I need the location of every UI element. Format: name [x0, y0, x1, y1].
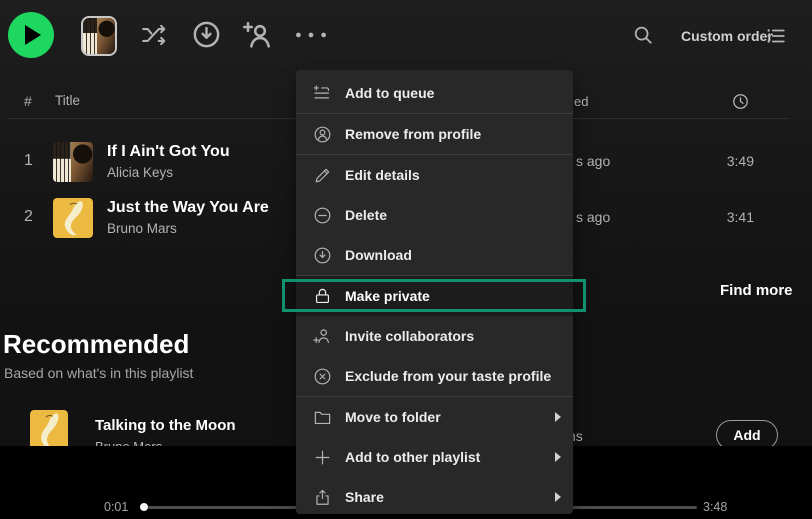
track-artist[interactable]: Alicia Keys	[107, 165, 173, 180]
menu-item-move-to-folder[interactable]: Move to folder	[296, 397, 573, 437]
playlist-context-menu: Add to queue Remove from profile Edit de…	[296, 70, 573, 514]
search-button[interactable]	[632, 24, 654, 46]
edit-details-icon	[313, 166, 332, 185]
column-header-title: Title	[55, 93, 81, 108]
menu-item-download[interactable]: Download	[296, 235, 573, 275]
menu-item-label: Share	[345, 489, 384, 505]
more-options-icon	[296, 32, 326, 38]
list-view-icon	[767, 29, 785, 43]
add-user-button[interactable]	[242, 19, 274, 51]
lock-icon	[313, 287, 332, 306]
plus-icon	[313, 448, 332, 467]
submenu-caret-icon	[555, 492, 561, 502]
share-icon	[313, 488, 332, 507]
date-added-fragment: s ago	[576, 209, 611, 225]
menu-item-exclude-taste-profile[interactable]: Exclude from your taste profile	[296, 356, 573, 396]
album-art	[53, 142, 93, 182]
download-icon	[313, 246, 332, 265]
track-artist[interactable]: Bruno Mars	[107, 221, 177, 236]
more-options-button[interactable]	[294, 28, 328, 42]
submenu-caret-icon	[555, 452, 561, 462]
menu-item-invite-collaborators[interactable]: Invite collaborators	[296, 316, 573, 356]
menu-item-label: Make private	[345, 288, 430, 304]
folder-icon	[313, 408, 332, 427]
track-duration: 3:49	[726, 153, 754, 169]
download-button[interactable]	[191, 19, 222, 50]
bruno-mars-album-art	[53, 198, 93, 238]
elapsed-time: 0:01	[104, 500, 129, 514]
menu-item-delete[interactable]: Delete	[296, 195, 573, 235]
recommended-heading: Recommended	[3, 329, 190, 359]
track-number: 2	[24, 208, 33, 225]
track-title[interactable]: Just the Way You Are	[107, 199, 269, 217]
menu-item-label: Add to queue	[345, 85, 435, 101]
track-title[interactable]: Talking to the Moon	[95, 417, 236, 434]
recommended-subheading: Based on what's in this playlist	[4, 365, 194, 381]
menu-item-label: Edit details	[345, 167, 420, 183]
shuffle-icon	[142, 24, 166, 46]
download-icon	[193, 21, 220, 48]
menu-item-add-to-queue[interactable]: Add to queue	[296, 73, 573, 113]
album-art-thumbnail	[83, 18, 115, 54]
play-icon	[25, 25, 41, 45]
find-more-link[interactable]: Find more	[714, 281, 799, 300]
track-number: 1	[24, 152, 33, 169]
menu-item-label: Exclude from your taste profile	[345, 368, 552, 384]
sort-order-button[interactable]: Custom order	[675, 27, 779, 45]
column-header-date-added-fragment: ed	[574, 94, 589, 109]
spotify-playlist-page: Custom order # Title ed 1 If I Ain't Got…	[0, 0, 812, 519]
delete-icon	[313, 206, 332, 225]
menu-item-label: Add to other playlist	[345, 449, 481, 465]
menu-item-label: Delete	[345, 207, 388, 223]
shuffle-button[interactable]	[139, 22, 169, 48]
menu-item-label: Download	[345, 247, 412, 263]
track-title[interactable]: If I Ain't Got You	[107, 143, 230, 161]
add-to-queue-icon	[313, 84, 332, 103]
track-duration: 3:41	[726, 209, 754, 225]
exclude-icon	[313, 367, 332, 386]
submenu-caret-icon	[555, 412, 561, 422]
menu-item-label: Move to folder	[345, 409, 441, 425]
search-icon	[634, 26, 652, 44]
duration-clock-icon	[731, 92, 750, 111]
remove-from-profile-icon	[313, 125, 332, 144]
date-added-fragment: s ago	[576, 153, 611, 169]
progress-handle[interactable]	[140, 503, 148, 511]
total-time: 3:48	[703, 500, 728, 514]
album-art	[53, 198, 93, 238]
menu-item-remove-from-profile[interactable]: Remove from profile	[296, 114, 573, 154]
invite-collaborators-icon	[313, 327, 332, 346]
menu-item-label: Remove from profile	[345, 126, 482, 142]
list-view-button[interactable]	[765, 25, 787, 47]
menu-item-edit-details[interactable]: Edit details	[296, 155, 573, 195]
add-user-icon	[243, 22, 270, 48]
menu-item-add-to-other-playlist[interactable]: Add to other playlist	[296, 437, 573, 477]
menu-item-make-private[interactable]: Make private	[296, 276, 573, 316]
column-header-number: #	[24, 93, 32, 109]
play-button[interactable]	[8, 12, 54, 58]
now-playing-thumbnail[interactable]	[81, 16, 117, 56]
menu-item-label: Invite collaborators	[345, 328, 475, 344]
menu-item-share[interactable]: Share	[296, 477, 573, 514]
